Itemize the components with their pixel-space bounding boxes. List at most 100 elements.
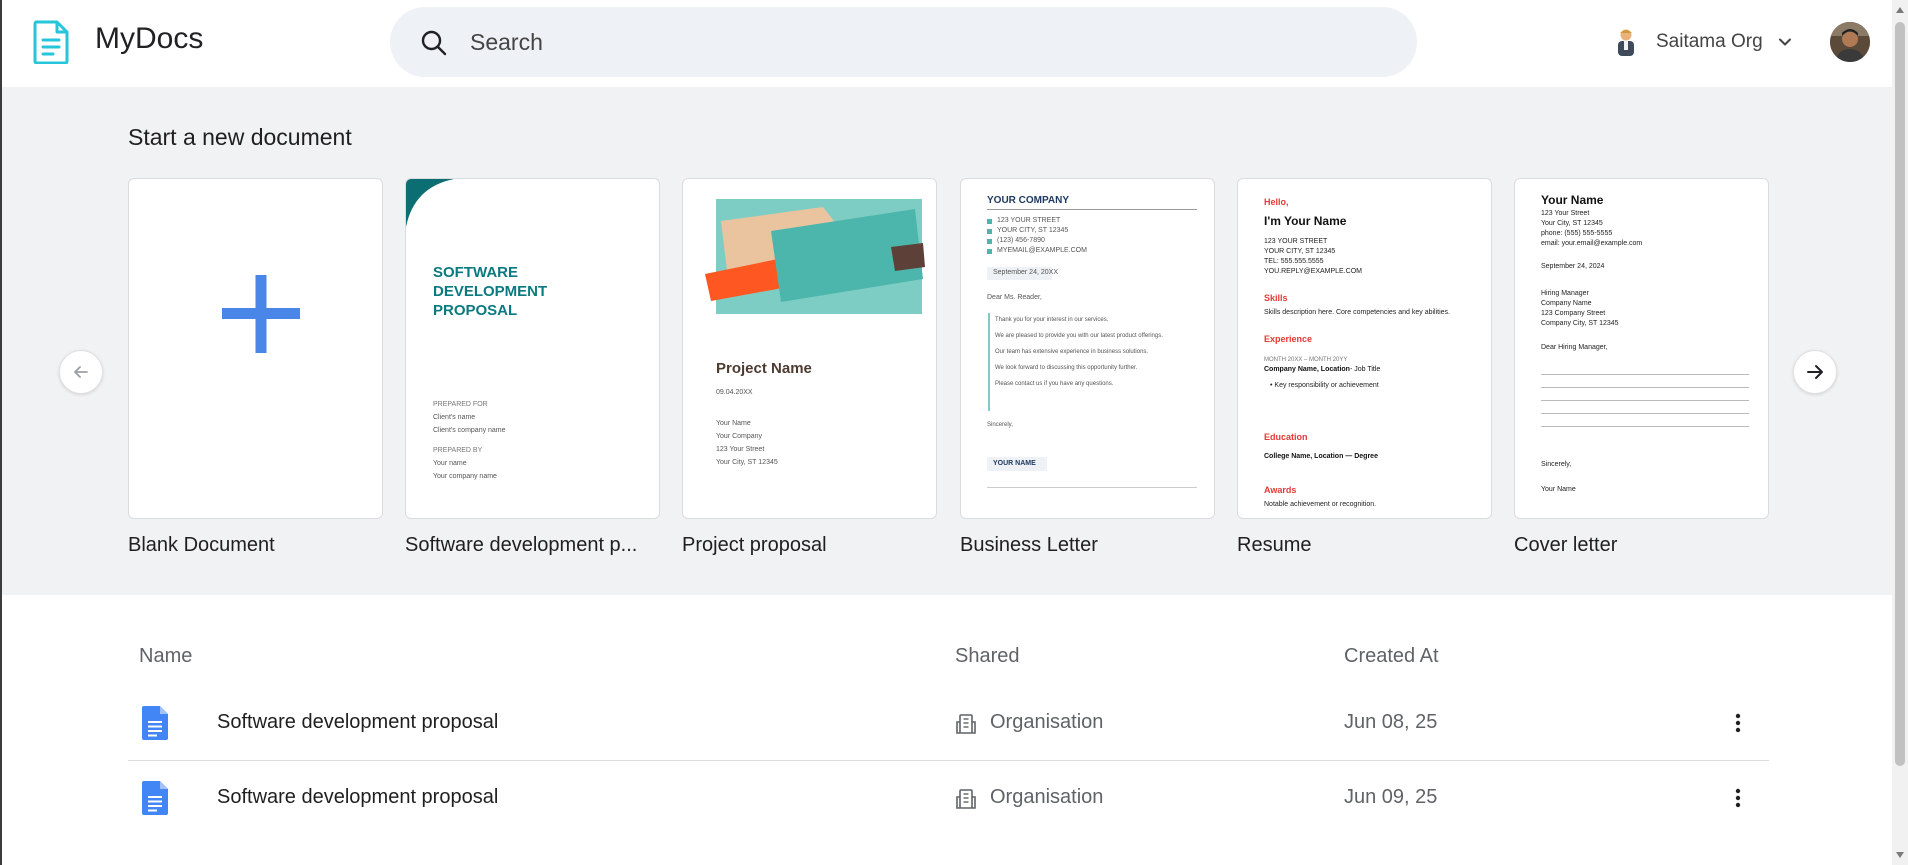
building-icon [956,714,976,734]
carousel-prev-button[interactable] [59,350,103,394]
divider [987,209,1197,210]
cover-text: 123 Company Street [1541,310,1606,317]
cover-text: PREPARED FOR [433,401,488,408]
template-label-business-letter[interactable]: Business Letter [960,534,1098,557]
template-label-software-proposal[interactable]: Software development p... [405,534,637,557]
cover-text: Thank you for your interest in our servi… [995,317,1109,323]
app-name[interactable]: MyDocs [95,22,203,56]
cover-text: 123 YOUR STREET [1264,238,1328,245]
org-name: Saitama Org [1656,31,1763,52]
org-switcher[interactable]: Saitama Org [1614,22,1793,62]
template-label-blank[interactable]: Blank Document [128,534,275,557]
cover-company: YOUR COMPANY [987,195,1070,206]
cover-text: Company City, ST 12345 [1541,320,1619,327]
cover-text: Your City, ST 12345 [716,459,778,466]
cover-text: 123 Your Street [1541,210,1590,217]
user-avatar[interactable] [1830,22,1870,62]
cover-text: Sincerely, [1541,461,1572,468]
cover-text: Dear Ms. Reader, [987,294,1042,301]
cover-title-line: SOFTWARE [433,264,518,281]
cover-text: Dear Hiring Manager, [1541,344,1608,351]
template-card-blank[interactable] [128,178,383,519]
column-header-name[interactable]: Name [139,645,192,668]
cover-text: - Job Title [1349,366,1381,373]
cover-text: Hello, [1264,197,1289,207]
building-icon [956,789,976,809]
documents-table: Name Shared Created At Software developm… [2,595,1892,865]
cover-text: PREPARED BY [433,447,483,454]
cover-title-line: DEVELOPMENT [433,283,548,300]
vertical-scrollbar[interactable] [1892,0,1908,865]
cover-text: Please contact us if you have any questi… [995,381,1114,387]
cover-text: YOUR CITY, ST 12345 [1264,248,1336,255]
shared-status: Organisation [990,786,1104,808]
logo-doc-icon[interactable] [32,20,70,64]
cover-heading: Awards [1264,485,1297,495]
cover-text: phone: (555) 555-5555 [1541,230,1613,237]
app-window: MyDocs Saitama Org [0,0,1892,865]
cover-text: Your City, ST 12345 [1541,220,1603,227]
shared-status: Organisation [990,711,1104,733]
scroll-thumb[interactable] [1895,22,1905,766]
template-card-cover-letter[interactable]: Your Name 123 Your Street Your City, ST … [1514,178,1769,519]
cover-text: Notable achievement or recognition. [1264,501,1377,508]
cover-text: September 24, 20XX [993,269,1058,276]
template-label-project-proposal[interactable]: Project proposal [682,534,827,557]
more-options-button[interactable] [1724,783,1752,813]
cover-text: (123) 456-7890 [997,237,1045,244]
search-icon [421,30,447,56]
arrow-right-icon [1807,365,1823,379]
scroll-up-arrow[interactable] [1896,7,1904,13]
document-name[interactable]: Software development proposal [217,711,498,734]
plus-icon [222,275,300,353]
template-card-software-proposal[interactable]: SOFTWARE DEVELOPMENT PROPOSAL PREPARED F… [405,178,660,519]
cover-text: Your name [433,460,467,467]
table-row[interactable]: Software development proposal Organisati… [128,686,1769,761]
search-bar[interactable] [390,7,1417,77]
table-row[interactable]: Software development proposal Organisati… [128,761,1769,836]
cover-text: Key responsibility or achievement [1274,382,1379,389]
cover-text: email: your.email@example.com [1541,240,1643,247]
arrow-left-icon [74,366,88,378]
template-label-cover-letter[interactable]: Cover letter [1514,534,1617,557]
cover-name: Your Name [1541,193,1604,207]
cover-illustration [705,199,925,314]
search-input[interactable] [470,7,1370,77]
cover-heading: Education [1264,432,1308,442]
document-icon [142,706,168,740]
scroll-down-arrow[interactable] [1896,852,1904,858]
cover-heading: Experience [1264,334,1313,344]
document-icon [142,781,168,815]
created-date: Jun 09, 25 [1344,786,1438,808]
carousel-next-button[interactable] [1793,350,1837,394]
cover-text: Sincerely, [987,422,1013,428]
cover-text: 123 YOUR STREET [997,217,1061,224]
cover-heading: Skills [1264,293,1288,303]
cover-title-line: PROPOSAL [433,302,518,319]
templates-section: Start a new document Blank Document SOFT… [2,87,1892,595]
section-title: Start a new document [128,124,352,150]
chevron-down-icon [1778,38,1791,46]
cover-text: YOUR CITY, ST 12345 [997,227,1069,234]
cover-text: MONTH 20XX – MONTH 20YY [1264,357,1348,363]
user-photo-icon [1830,22,1870,62]
cover-text: We are pleased to provide you with our l… [995,333,1163,339]
more-options-button[interactable] [1724,708,1752,738]
cover-text: Your Name [1541,486,1576,493]
cover-text: Skills description here. Core competenci… [1264,309,1450,316]
column-header-created[interactable]: Created At [1344,645,1439,668]
top-bar: MyDocs Saitama Org [2,0,1892,87]
cover-text: Client's name [433,414,476,421]
document-name[interactable]: Software development proposal [217,786,498,809]
template-label-resume[interactable]: Resume [1237,534,1311,557]
column-header-shared[interactable]: Shared [955,645,1020,668]
cover-text: College Name, Location — Degree [1264,453,1378,460]
cover-name: I'm Your Name [1264,214,1347,228]
template-card-business-letter[interactable]: YOUR COMPANY 123 YOUR STREET YOUR CITY, … [960,178,1215,519]
cover-text: TEL: 555.555.5555 [1264,258,1324,265]
template-card-resume[interactable]: Hello, I'm Your Name 123 YOUR STREET YOU… [1237,178,1492,519]
cover-text: Our team has extensive experience in bus… [995,349,1149,355]
template-card-project-proposal[interactable]: Project Name 09.04.20XX Your Name Your C… [682,178,937,519]
org-avatar-icon [1618,29,1634,56]
cover-text: Your company name [433,473,497,480]
